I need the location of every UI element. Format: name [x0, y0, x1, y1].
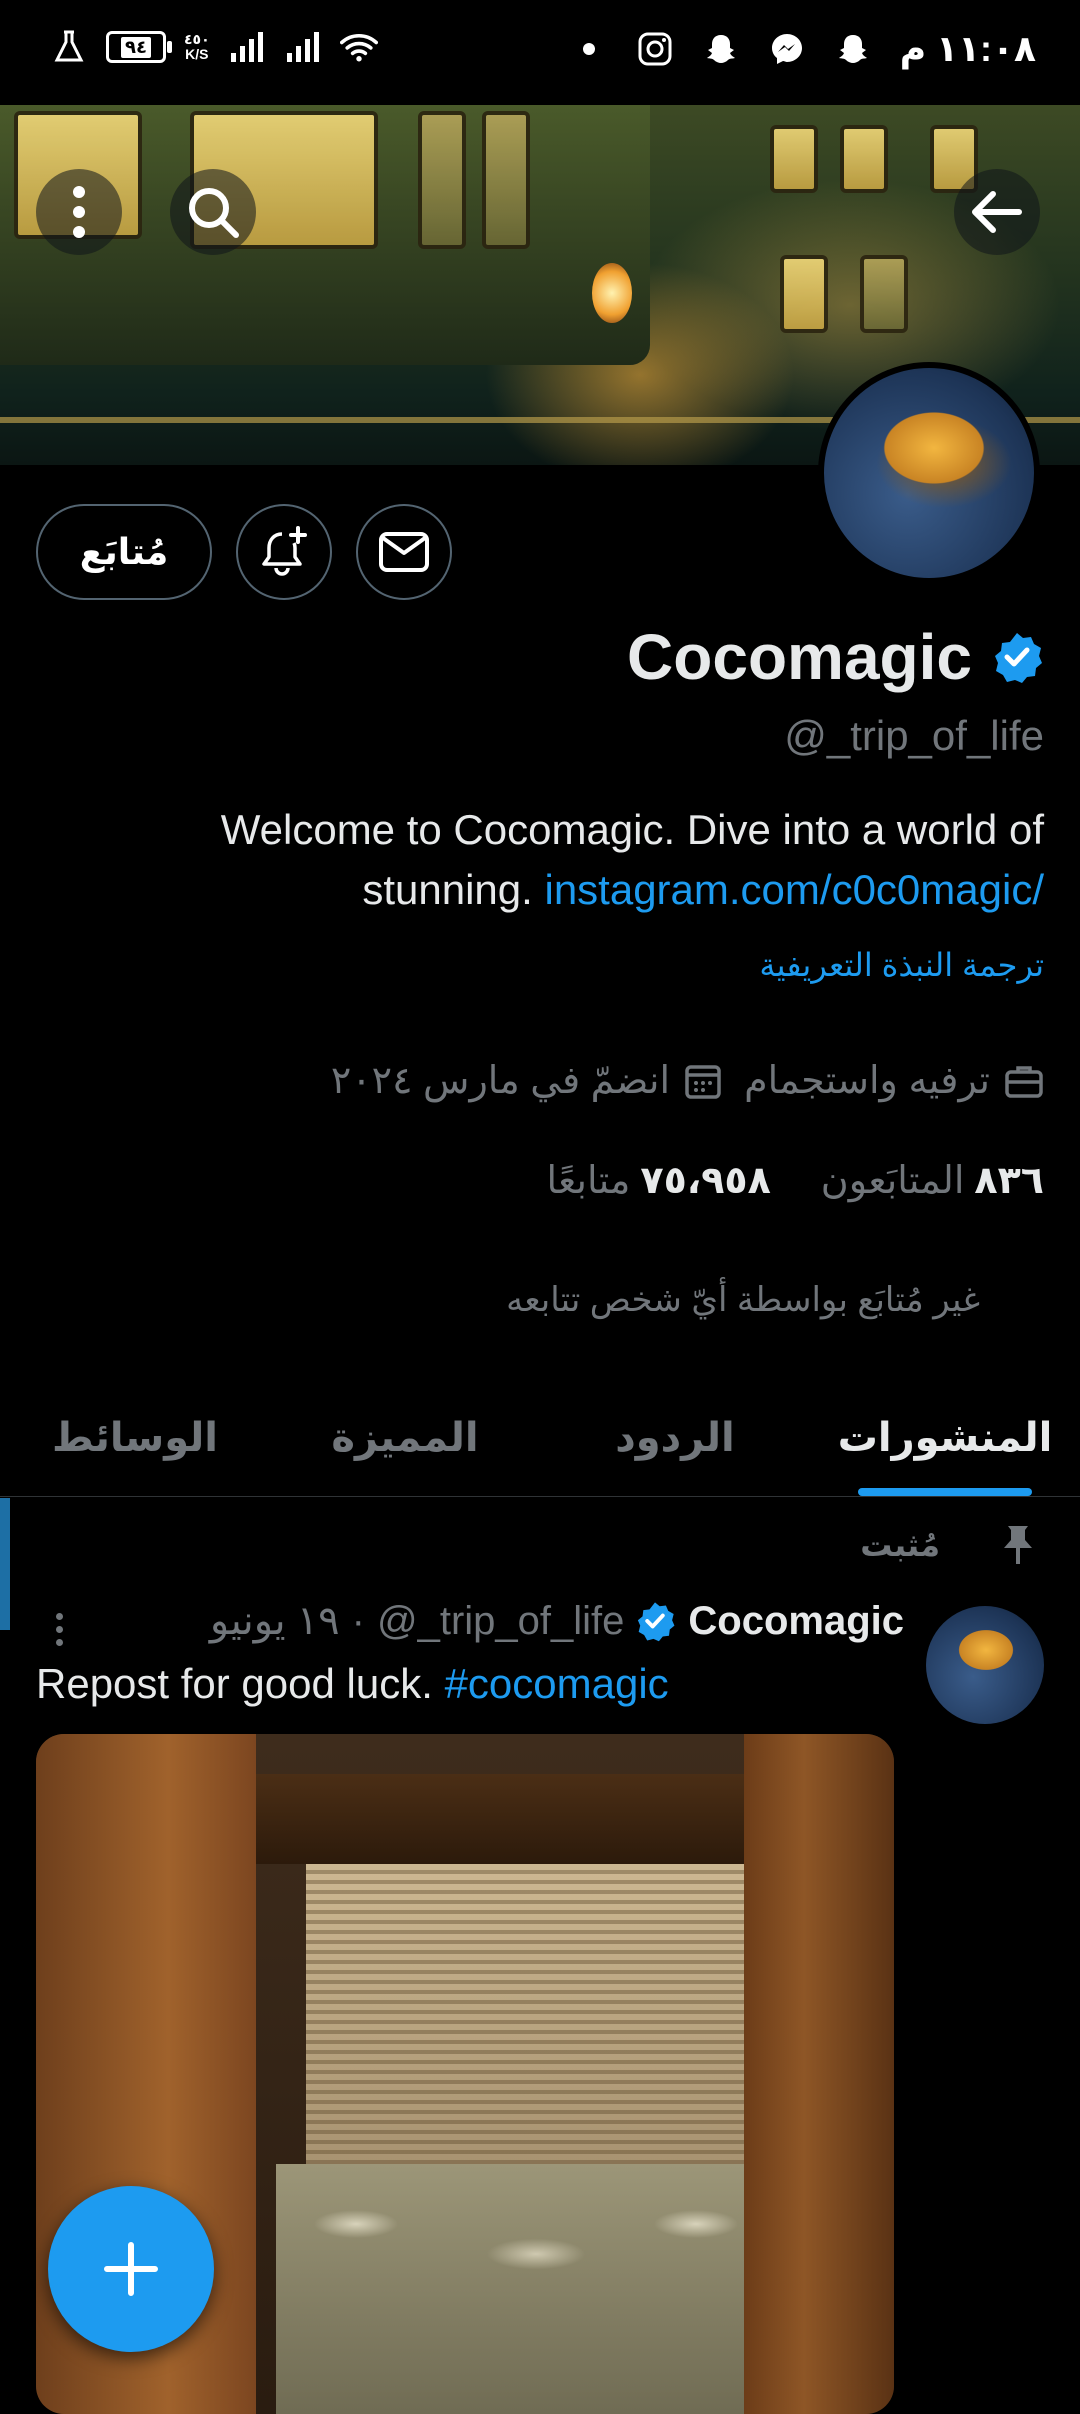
more-vertical-icon-dot	[55, 1638, 63, 1646]
joined-item: انضمّ في مارس ٢٠٢٤	[331, 1058, 722, 1103]
speed-unit: K/S	[185, 46, 209, 62]
mail-icon	[379, 532, 429, 572]
plus-icon	[104, 2242, 158, 2296]
messenger-icon	[768, 30, 806, 68]
status-bar: ٩٤ ٤٥٠ K/S ١١:٠٨ م	[0, 0, 1080, 105]
profile-meta: ترفيه واستجمام انضمّ في مارس ٢٠٢٤	[331, 1058, 1044, 1103]
post-author-name[interactable]: Cocomagic	[688, 1599, 904, 1644]
followers-stat[interactable]: ٧٥،٩٥٨متابعًا	[547, 1158, 771, 1203]
banner-art-window	[482, 111, 530, 249]
speed-value: ٤٥٠	[184, 31, 210, 47]
pinned-accent-bar	[0, 1498, 10, 1630]
name-row: Cocomagic	[627, 620, 1044, 694]
translate-bio-link[interactable]: ترجمة النبذة التعريفية	[759, 946, 1044, 984]
search-button[interactable]	[170, 169, 256, 255]
followers-count: ٧٥،٩٥٨	[640, 1160, 771, 1202]
category-label: ترفيه واستجمام	[744, 1060, 990, 1102]
banner-art-lamp	[592, 263, 632, 323]
post-author-handle[interactable]: @_trip_of_life	[377, 1599, 624, 1644]
post-text: Repost for good luck. #cocomagic	[36, 1660, 669, 1708]
following-button[interactable]: مُتابَع	[36, 504, 212, 600]
more-options-button[interactable]	[36, 169, 122, 255]
instagram-icon	[636, 30, 674, 68]
battery-icon: ٩٤	[106, 31, 172, 63]
tab-posts[interactable]: المنشورات	[810, 1380, 1080, 1496]
signal-icon	[284, 28, 322, 66]
more-vertical-icon-dot	[55, 1625, 63, 1633]
dot-icon	[570, 30, 608, 68]
verified-badge-icon	[638, 1602, 675, 1642]
followers-label: متابعًا	[546, 1160, 631, 1202]
tab-highlights[interactable]: المميزة	[270, 1380, 540, 1496]
pin-icon	[1004, 1526, 1032, 1564]
profile-bio: Welcome to Cocomagic. Dive into a world …	[44, 800, 1044, 920]
calendar-icon	[685, 1064, 721, 1099]
banner-art-window	[418, 111, 466, 249]
image-art-frame	[216, 1774, 776, 1864]
search-icon	[189, 188, 239, 238]
post-hashtag[interactable]: #cocomagic	[445, 1660, 669, 1707]
banner-art-window	[780, 255, 828, 333]
pinned-indicator: مُثبت	[860, 1524, 1036, 1566]
follow-stats: ٨٣٦المتابَعون ٧٥،٩٥٨متابعًا	[547, 1158, 1045, 1203]
post-separator: ·	[351, 1598, 365, 1643]
notifications-button[interactable]	[236, 504, 332, 600]
post-more-button[interactable]	[44, 1604, 74, 1654]
briefcase-icon	[1005, 1065, 1043, 1098]
snapchat-icon	[702, 30, 740, 68]
snapchat-icon	[834, 30, 872, 68]
profile-tabs: المنشورات الردود المميزة الوسائط	[0, 1380, 1080, 1497]
post-header: Cocomagic @_trip_of_life · ١٩ يونيو	[210, 1598, 904, 1644]
tab-media[interactable]: الوسائط	[0, 1380, 270, 1496]
banner-art-window	[840, 125, 888, 193]
wifi-icon	[339, 28, 378, 66]
following-stat[interactable]: ٨٣٦المتابَعون	[821, 1158, 1044, 1203]
signal-icon	[228, 28, 266, 66]
following-count: ٨٣٦	[974, 1160, 1044, 1202]
post-author-avatar[interactable]	[926, 1606, 1044, 1724]
not-followed-note: غير مُتابَع بواسطة أيّ شخص تتابعه	[506, 1281, 980, 1319]
display-name: Cocomagic	[627, 621, 972, 693]
clock: ١١:٠٨ م	[899, 28, 1036, 69]
back-button[interactable]	[954, 169, 1040, 255]
image-art-door-right	[744, 1734, 894, 2414]
status-left-group: ٩٤ ٤٥٠ K/S	[50, 28, 378, 66]
joined-label: انضمّ في مارس ٢٠٢٤	[330, 1060, 671, 1102]
status-right-group: ١١:٠٨ م	[570, 28, 1036, 70]
banner-art-window	[770, 125, 818, 193]
more-vertical-icon	[55, 1612, 63, 1620]
tab-replies[interactable]: الردود	[540, 1380, 810, 1496]
message-button[interactable]	[356, 504, 452, 600]
post-date[interactable]: ١٩ يونيو	[210, 1598, 340, 1644]
flask-icon	[50, 28, 88, 66]
arrow-left-icon	[972, 191, 1022, 233]
profile-avatar[interactable]	[818, 362, 1040, 584]
banner-art-window	[860, 255, 908, 333]
more-vertical-icon	[73, 186, 85, 238]
following-label: المتابَعون	[820, 1160, 965, 1202]
compose-button[interactable]	[48, 2186, 214, 2352]
profile-handle: @_trip_of_life	[784, 712, 1044, 759]
battery-level: ٩٤	[121, 36, 151, 58]
network-speed: ٤٥٠ K/S	[184, 32, 210, 62]
pinned-label: مُثبت	[860, 1527, 940, 1563]
verified-badge-icon[interactable]	[990, 630, 1044, 684]
category-item: ترفيه واستجمام	[744, 1058, 1044, 1103]
bio-link[interactable]: instagram.com/c0c0magic/	[544, 866, 1044, 913]
post-body: Repost for good luck.	[36, 1660, 433, 1707]
bell-plus-icon	[262, 526, 307, 576]
